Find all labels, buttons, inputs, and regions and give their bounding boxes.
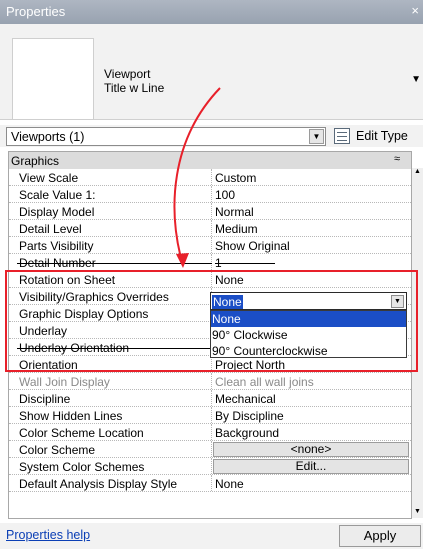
collapse-icon[interactable]: ≈	[394, 153, 400, 165]
property-value-button[interactable]: Edit...	[213, 459, 409, 474]
column-divider	[211, 424, 212, 440]
property-value[interactable]: Clean all wall joins	[215, 375, 314, 389]
column-divider	[211, 441, 212, 457]
property-row[interactable]: System Color Schemes Edit...	[9, 458, 411, 475]
property-value[interactable]: Normal	[215, 205, 254, 219]
property-value[interactable]: Show Original	[215, 239, 290, 253]
property-value[interactable]: Medium	[215, 222, 258, 236]
edit-type-button[interactable]: Edit Type	[334, 127, 423, 146]
selection-filter-dropdown[interactable]: Viewports (1) ▼	[6, 127, 326, 146]
chevron-down-icon[interactable]: ▼	[309, 129, 324, 144]
type-dropdown-icon[interactable]: ▼	[411, 74, 421, 85]
selection-bar: Viewports (1) ▼ Edit Type	[0, 125, 423, 147]
type-name: Viewport Title w Line	[104, 67, 164, 95]
property-name: Color Scheme	[19, 443, 96, 457]
column-divider	[211, 186, 212, 202]
scroll-down-icon[interactable]: ▼	[412, 508, 423, 518]
properties-help-link[interactable]: Properties help	[6, 528, 90, 542]
property-name: Display Model	[19, 205, 95, 219]
type-preview-thumbnail	[12, 38, 94, 120]
column-divider	[211, 220, 212, 236]
selection-filter-value: Viewports (1)	[11, 130, 85, 144]
property-name: Scale Value 1:	[19, 188, 96, 202]
apply-button[interactable]: Apply	[339, 525, 421, 547]
edit-type-icon	[334, 128, 350, 144]
property-row[interactable]: Show Hidden Lines By Discipline	[9, 407, 411, 424]
property-name: View Scale	[19, 171, 79, 185]
property-name: Wall Join Display	[19, 375, 110, 389]
property-row[interactable]: Color Scheme <none>	[9, 441, 411, 458]
column-divider	[211, 203, 212, 219]
property-row[interactable]: Display Model Normal	[9, 203, 411, 220]
title-bar: Properties ×	[0, 0, 423, 24]
property-name: Detail Level	[19, 222, 82, 236]
column-divider	[211, 475, 212, 491]
footer: Properties help Apply	[0, 523, 423, 549]
property-row[interactable]: Discipline Mechanical	[9, 390, 411, 407]
column-divider	[211, 390, 212, 406]
property-row[interactable]: Default Analysis Display Style None	[9, 475, 411, 492]
property-value-button[interactable]: <none>	[213, 442, 409, 457]
property-name: Discipline	[19, 392, 71, 406]
column-divider	[211, 169, 212, 185]
property-value[interactable]: 100	[215, 188, 235, 202]
group-header-graphics[interactable]: Graphics ≈	[9, 152, 411, 169]
property-value[interactable]: Mechanical	[215, 392, 276, 406]
type-selector[interactable]: Viewport Title w Line ▼	[0, 24, 423, 120]
property-row[interactable]: Detail Level Medium	[9, 220, 411, 237]
property-value[interactable]: Background	[215, 426, 279, 440]
property-row[interactable]: Scale Value 1: 100	[9, 186, 411, 203]
property-value[interactable]: None	[215, 477, 244, 491]
family-name: Viewport	[104, 67, 151, 81]
property-row[interactable]: Parts Visibility Show Original	[9, 237, 411, 254]
property-name: Color Scheme Location	[19, 426, 144, 440]
column-divider	[211, 407, 212, 423]
window-title: Properties	[6, 4, 66, 19]
property-value[interactable]: By Discipline	[215, 409, 284, 423]
highlight-box	[5, 270, 418, 372]
property-name: Default Analysis Display Style	[19, 477, 178, 491]
property-row[interactable]: View Scale Custom	[9, 169, 411, 186]
overlay-line	[215, 263, 275, 264]
property-name: Parts Visibility	[19, 239, 94, 253]
group-label: Graphics	[11, 154, 60, 168]
type-label: Title w Line	[104, 81, 165, 95]
overlay-line	[17, 263, 212, 264]
scroll-up-icon[interactable]: ▲	[412, 168, 423, 178]
close-icon[interactable]: ×	[411, 3, 419, 18]
property-row[interactable]: Color Scheme Location Background	[9, 424, 411, 441]
column-divider	[211, 373, 212, 389]
edit-type-label: Edit Type	[356, 129, 408, 143]
property-name: Show Hidden Lines	[19, 409, 123, 423]
column-divider	[211, 458, 212, 474]
column-divider	[211, 237, 212, 253]
column-divider	[211, 254, 212, 270]
property-value[interactable]: Custom	[215, 171, 256, 185]
property-name: System Color Schemes	[19, 460, 145, 474]
property-row[interactable]: Wall Join Display Clean all wall joins	[9, 373, 411, 390]
